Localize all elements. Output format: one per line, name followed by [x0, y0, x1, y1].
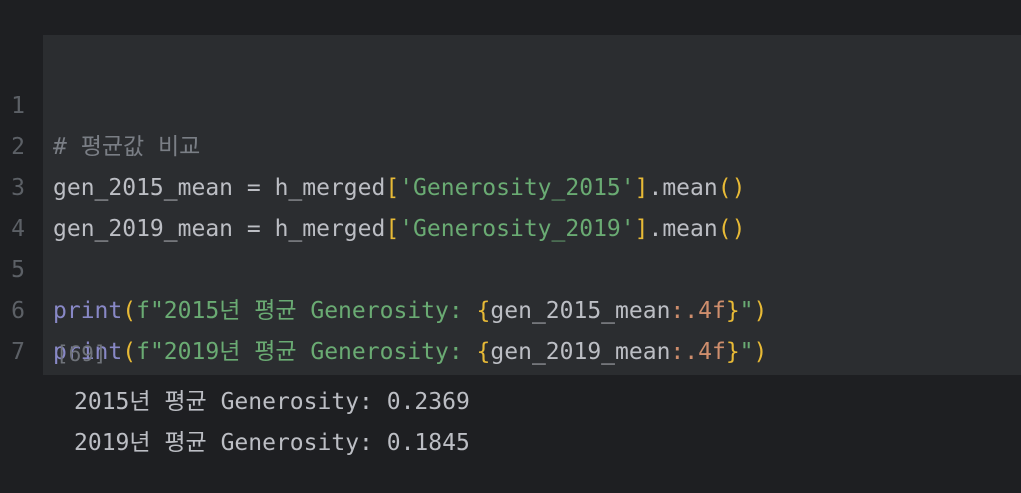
- code-text[interactable]: print(f"2019년 평균 Generosity: {gen_2019_m…: [53, 332, 767, 373]
- line-number: 7: [11, 339, 25, 365]
- string-literal: ": [739, 339, 754, 365]
- output-line: 2015년 평균 Generosity: 0.2369: [74, 389, 470, 415]
- brace: {: [476, 339, 491, 365]
- format-spec: :.4f: [670, 339, 726, 365]
- notebook-view: 1 # 평균값 비교 2 gen_2015_mean = h_merged['G…: [0, 0, 1021, 493]
- code-line: 1 # 평균값 비교: [0, 45, 1021, 160]
- code-line: 2 gen_2015_mean = h_merged['Generosity_2…: [0, 86, 1021, 201]
- brace: }: [725, 339, 740, 365]
- code-line: 6 print(f"2019년 평균 Generosity: {gen_2019…: [0, 250, 1021, 365]
- paren: ): [753, 339, 768, 365]
- code-line: 3 gen_2019_mean = h_merged['Generosity_2…: [0, 127, 1021, 242]
- expression: gen_2019_mean: [490, 339, 671, 365]
- execution-count: [69]: [56, 342, 107, 366]
- paren: (: [122, 339, 137, 365]
- code-line: 5 print(f"2015년 평균 Generosity: {gen_2015…: [0, 209, 1021, 324]
- code-line: 7: [0, 291, 1021, 365]
- code-line: 4: [0, 168, 1021, 242]
- output-line: 2019년 평균 Generosity: 0.1845: [74, 430, 470, 456]
- string-literal: f"2019년 평균 Generosity:: [136, 339, 477, 365]
